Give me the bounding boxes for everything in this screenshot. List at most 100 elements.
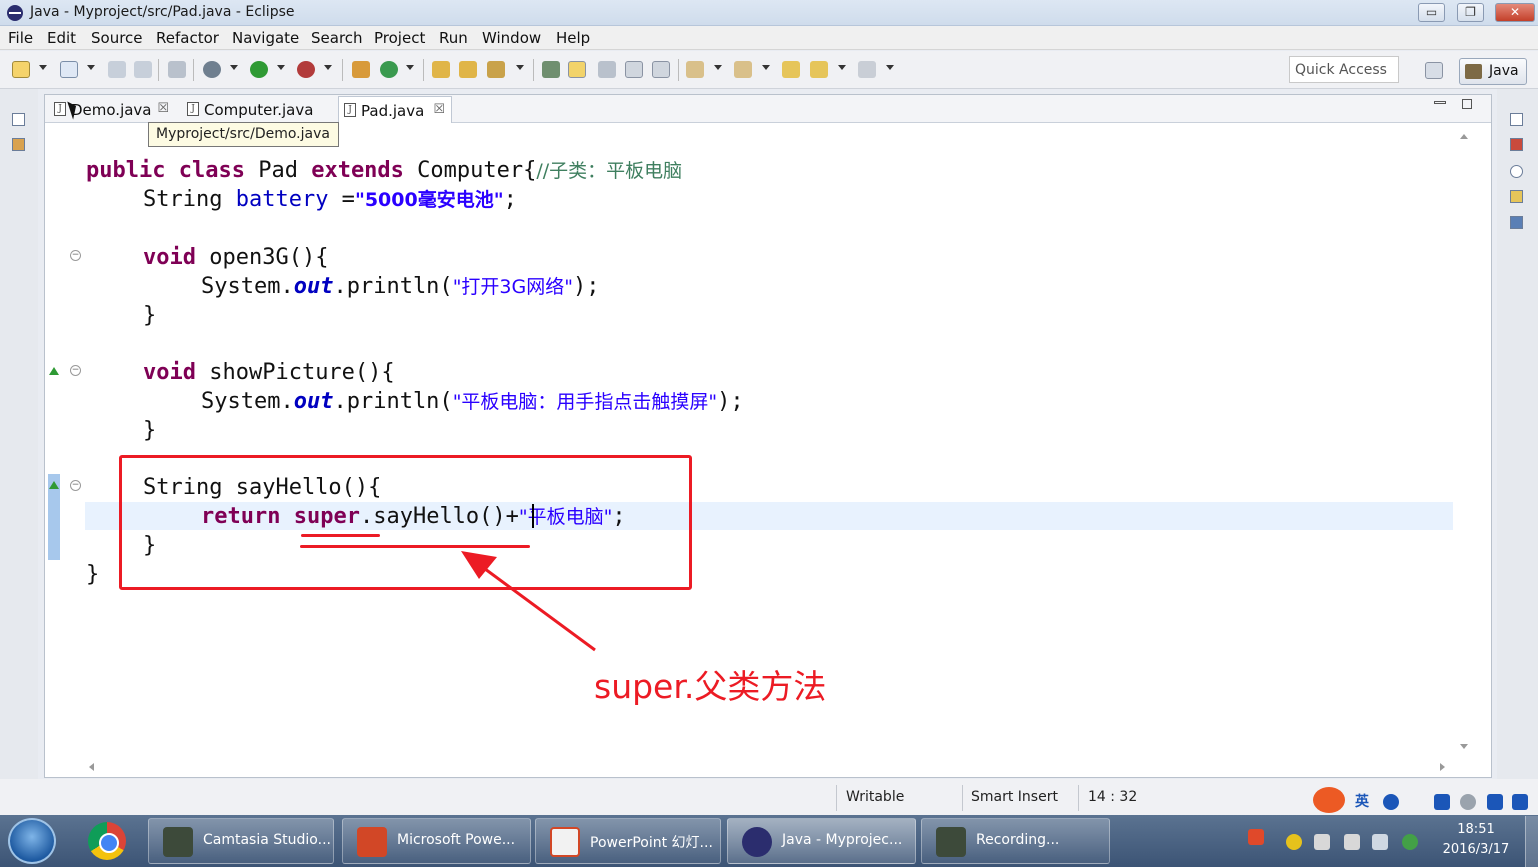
scroll-left-icon[interactable] (89, 763, 94, 771)
block-selection-icon[interactable] (625, 61, 643, 78)
task-powerpoint[interactable]: Microsoft Powe... (342, 818, 531, 864)
debug-icon[interactable] (203, 61, 221, 78)
menu-refactor[interactable]: Refactor (156, 29, 219, 47)
new-icon[interactable] (12, 61, 30, 78)
new-class-icon[interactable] (380, 61, 398, 78)
menu-edit[interactable]: Edit (47, 29, 76, 47)
code-line[interactable]: void showPicture(){ (143, 359, 395, 387)
menu-help[interactable]: Help (556, 29, 590, 47)
tab-pad-java[interactable]: J Pad.java ☒ (338, 96, 452, 123)
restore-view-icon[interactable] (12, 113, 25, 126)
ime-language[interactable]: 英 (1355, 791, 1369, 811)
system-clock[interactable]: 18:51 2016/3/17 (1436, 820, 1516, 860)
chevron-down-icon[interactable] (516, 65, 524, 70)
menu-file[interactable]: File (8, 29, 33, 47)
volume-icon[interactable] (1344, 834, 1360, 850)
next-annotation-icon[interactable] (686, 61, 704, 78)
close-tab-icon[interactable]: ☒ (433, 102, 445, 117)
code-line[interactable]: } (143, 417, 156, 445)
task-camtasia[interactable]: Camtasia Studio... (148, 818, 334, 864)
menu-window[interactable]: Window (482, 29, 541, 47)
declaration-view-icon[interactable] (1510, 190, 1523, 203)
scroll-down-icon[interactable] (1460, 744, 1468, 749)
minimize-button[interactable]: ▭ (1418, 3, 1445, 22)
chevron-down-icon[interactable] (324, 65, 332, 70)
menu-source[interactable]: Source (91, 29, 143, 47)
menu-navigate[interactable]: Navigate (232, 29, 299, 47)
word-wrap-icon[interactable] (598, 61, 616, 78)
save-all-icon[interactable] (134, 61, 152, 78)
show-desktop-button[interactable] (1525, 816, 1538, 867)
restore-button[interactable]: ❐ (1457, 3, 1484, 22)
chevron-down-icon[interactable] (886, 65, 894, 70)
close-button[interactable]: ✕ (1495, 3, 1535, 22)
code-line[interactable]: System.out.println("打开3G网络"); (201, 273, 599, 301)
fold-collapse-icon[interactable]: − (70, 365, 81, 376)
back-icon[interactable] (810, 61, 828, 78)
task-recording[interactable]: Recording... (921, 818, 1110, 864)
pin-icon[interactable] (542, 61, 560, 78)
chevron-down-icon[interactable] (714, 65, 722, 70)
code-line[interactable]: public class Pad extends Computer{//子类：平… (86, 157, 682, 185)
code-line[interactable]: String battery ="5000毫安电池"; (143, 186, 517, 214)
wrench-icon[interactable] (1512, 794, 1528, 810)
console-view-icon[interactable] (1510, 216, 1523, 229)
skip-breakpoints-icon[interactable] (168, 61, 186, 78)
code-line[interactable]: System.out.println("平板电脑：用手指点击触摸屏"); (201, 388, 744, 416)
problems-view-icon[interactable] (1510, 138, 1523, 151)
chevron-down-icon[interactable] (838, 65, 846, 70)
tab-computer-java[interactable]: J Computer.java (182, 96, 332, 123)
upload-icon[interactable] (1487, 794, 1503, 810)
chevron-down-icon[interactable] (230, 65, 238, 70)
search-icon[interactable] (487, 61, 505, 78)
menu-run[interactable]: Run (439, 29, 468, 47)
quick-access-input[interactable]: Quick Access (1289, 56, 1399, 83)
override-marker-icon[interactable] (49, 481, 59, 489)
keyboard-icon[interactable] (1434, 794, 1450, 810)
open-type-icon[interactable] (432, 61, 450, 78)
restore-view-icon[interactable] (1510, 113, 1523, 126)
run-icon[interactable] (250, 61, 268, 78)
open-task-icon[interactable] (459, 61, 477, 78)
forward-icon[interactable] (858, 61, 876, 78)
user-icon[interactable] (1460, 794, 1476, 810)
windows-start-icon[interactable] (8, 818, 56, 864)
open-perspective-icon[interactable] (1425, 62, 1443, 79)
menu-search[interactable]: Search (311, 29, 363, 47)
chevron-down-icon[interactable] (39, 65, 47, 70)
new-package-icon[interactable] (60, 61, 78, 78)
chevron-down-icon[interactable] (277, 65, 285, 70)
signal-icon[interactable] (1372, 834, 1388, 850)
menu-project[interactable]: Project (374, 29, 425, 47)
horizontal-scrollbar[interactable] (85, 760, 1453, 774)
fold-collapse-icon[interactable]: − (70, 250, 81, 261)
chevron-down-icon[interactable] (406, 65, 414, 70)
code-line[interactable]: } (86, 561, 99, 589)
external-tools-icon[interactable] (297, 61, 315, 78)
safety-tray-icon[interactable] (1402, 834, 1418, 850)
chevron-down-icon[interactable] (762, 65, 770, 70)
scroll-up-icon[interactable] (1460, 134, 1468, 139)
close-tab-icon[interactable]: ☒ (157, 101, 169, 116)
javadoc-view-icon[interactable] (1510, 165, 1523, 178)
chrome-icon[interactable] (88, 822, 126, 860)
toggle-mark-occurrences-icon[interactable] (568, 61, 586, 78)
task-slideshow[interactable]: PowerPoint 幻灯... (535, 818, 721, 864)
security-tray-icon[interactable] (1314, 834, 1330, 850)
last-edit-icon[interactable] (782, 61, 800, 78)
save-icon[interactable] (108, 61, 126, 78)
moon-icon[interactable] (1383, 794, 1399, 810)
network-tray-icon[interactable] (1286, 834, 1302, 850)
minimize-editor-icon[interactable] (1434, 101, 1446, 104)
java-perspective-button[interactable]: Java (1459, 58, 1527, 85)
task-eclipse[interactable]: Java - Myprojec... (727, 818, 916, 864)
chevron-down-icon[interactable] (87, 65, 95, 70)
sogou-ime-icon[interactable] (1313, 787, 1345, 813)
fold-collapse-icon[interactable]: − (70, 480, 81, 491)
show-whitespace-icon[interactable] (652, 61, 670, 78)
code-line[interactable]: void open3G(){ (143, 244, 328, 272)
code-line[interactable]: } (143, 302, 156, 330)
override-marker-icon[interactable] (49, 367, 59, 375)
package-explorer-icon[interactable] (12, 138, 25, 151)
scroll-right-icon[interactable] (1440, 763, 1445, 771)
